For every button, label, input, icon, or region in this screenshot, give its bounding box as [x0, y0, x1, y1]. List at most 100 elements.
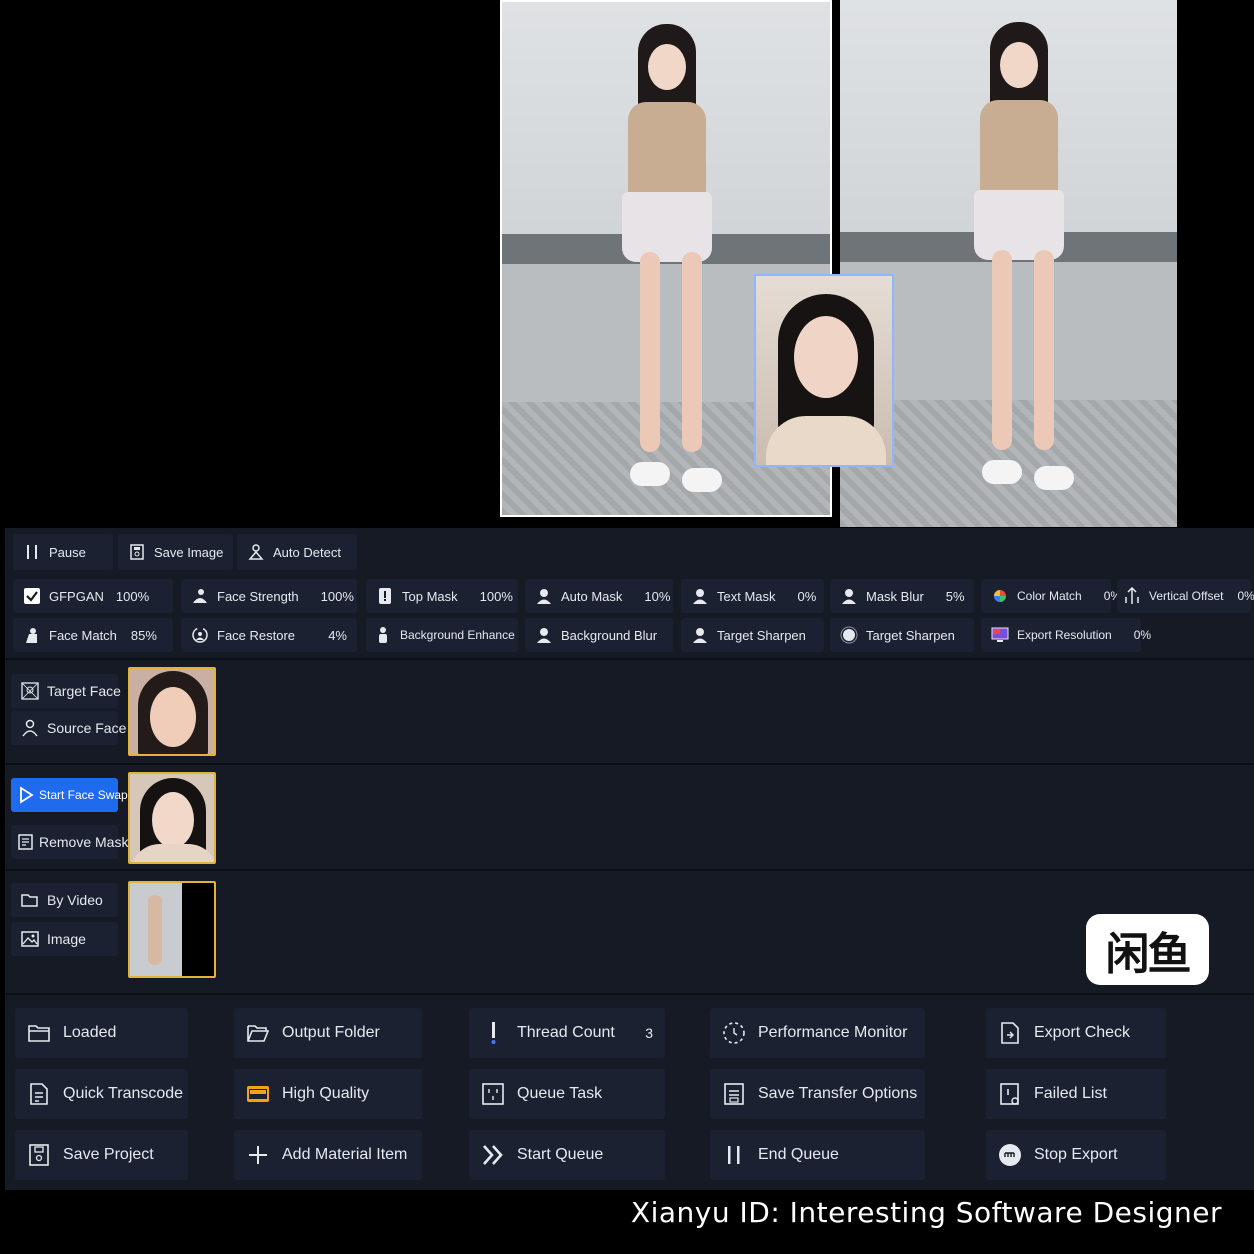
- start-queue-button[interactable]: Start Queue: [469, 1130, 665, 1180]
- gfpgan-toggle[interactable]: GFPGAN 100%: [13, 579, 173, 613]
- target-face-button[interactable]: Target Face: [11, 674, 121, 708]
- document-list-icon: [17, 833, 35, 851]
- export-check-label: Export Check: [1034, 1024, 1131, 1041]
- xianyu-logo: 闲鱼: [1086, 914, 1209, 985]
- stop-export-button[interactable]: Stop Export: [986, 1130, 1166, 1180]
- export-resolution-setting[interactable]: Export Resolution 0%: [981, 618, 1151, 652]
- face-match-setting[interactable]: Face Match 85%: [13, 618, 173, 652]
- folder-icon: [27, 1021, 51, 1045]
- export-check-button[interactable]: Export Check: [986, 1008, 1166, 1058]
- setting-label: Face Strength: [217, 588, 299, 604]
- setting-value: 100%: [115, 588, 150, 604]
- stop-export-label: Stop Export: [1034, 1146, 1118, 1163]
- start-face-swap-label: Start Face Swap: [39, 788, 128, 802]
- top-mask-setting[interactable]: Top Mask 100%: [366, 579, 518, 613]
- folder-open-icon: [246, 1021, 270, 1045]
- setting-value: 5%: [945, 588, 965, 604]
- loaded-button[interactable]: Loaded: [15, 1008, 188, 1058]
- user-icon: [535, 587, 553, 605]
- high-quality-button[interactable]: High Quality: [234, 1069, 422, 1119]
- pause-label: Pause: [49, 544, 86, 560]
- save-image-button[interactable]: Save Image: [118, 534, 233, 570]
- image-button[interactable]: Image: [11, 922, 118, 956]
- remove-mask-button[interactable]: Remove Mask: [11, 825, 128, 859]
- folder-open-icon: [21, 891, 39, 909]
- thread-count-setting[interactable]: Thread Count 3: [469, 1008, 665, 1058]
- by-video-button[interactable]: By Video: [11, 883, 118, 917]
- target-face-thumbnail[interactable]: [128, 667, 216, 756]
- person-figure: [582, 22, 752, 512]
- setting-label: Top Mask: [402, 588, 458, 604]
- vertical-offset-setting[interactable]: Vertical Offset 0%: [1117, 579, 1254, 613]
- background-blur-setting[interactable]: Background Blur: [525, 618, 673, 652]
- pause-icon: [722, 1143, 746, 1167]
- start-queue-label: Start Queue: [517, 1146, 604, 1163]
- pause-icon: [23, 543, 41, 561]
- mask-blur-setting[interactable]: Mask Blur 5%: [830, 579, 974, 613]
- target-face-label: Target Face: [47, 683, 121, 699]
- source-face-button[interactable]: Source Face: [11, 711, 126, 745]
- save-icon: [128, 543, 146, 561]
- target-media-thumbnail[interactable]: [128, 881, 216, 978]
- face-scan-icon: [21, 682, 39, 700]
- target-sharpen-setting[interactable]: Target Sharpen: [681, 618, 824, 652]
- start-face-swap-button[interactable]: Start Face Swap: [11, 778, 128, 812]
- face-strength-icon: [191, 587, 209, 605]
- thread-count-label: Thread Count: [517, 1024, 615, 1041]
- add-material-item-label: Add Material Item: [282, 1146, 408, 1163]
- setting-label: Face Match: [49, 627, 117, 643]
- queue-task-button[interactable]: Queue Task: [469, 1069, 665, 1119]
- output-folder-button[interactable]: Output Folder: [234, 1008, 422, 1058]
- auto-mask-setting[interactable]: Auto Mask 10%: [525, 579, 673, 613]
- failed-list-button[interactable]: Failed List: [986, 1069, 1166, 1119]
- performance-monitor-button[interactable]: Performance Monitor: [710, 1008, 925, 1058]
- setting-value: 10%: [644, 588, 671, 604]
- save-transfer-options-button[interactable]: Save Transfer Options: [710, 1069, 925, 1119]
- checkbox-checked-icon: [23, 587, 41, 605]
- setting-label: GFPGAN: [49, 588, 104, 604]
- failed-doc-icon: [998, 1082, 1022, 1106]
- vertical-arrows-icon: [1123, 587, 1141, 605]
- pause-button[interactable]: Pause: [13, 534, 113, 570]
- target-sharpen-setting-2[interactable]: Target Sharpen: [830, 618, 974, 652]
- auto-detect-label: Auto Detect: [273, 544, 341, 560]
- image-icon: [21, 930, 39, 948]
- setting-value: 85%: [130, 627, 157, 643]
- save-project-button[interactable]: Save Project: [15, 1130, 188, 1180]
- detect-person-icon: [247, 543, 265, 561]
- setting-value: 100%: [479, 588, 513, 604]
- plus-icon: [246, 1143, 270, 1167]
- face-restore-setting[interactable]: Face Restore 4%: [181, 618, 357, 652]
- fast-forward-icon: [481, 1143, 505, 1167]
- restore-icon: [191, 626, 209, 644]
- performance-monitor-label: Performance Monitor: [758, 1024, 908, 1041]
- color-match-setting[interactable]: Color Match 0%: [981, 579, 1121, 613]
- loaded-label: Loaded: [63, 1024, 117, 1041]
- setting-label: Auto Mask: [561, 588, 623, 604]
- dashed-circle-icon: [722, 1021, 746, 1045]
- output-folder-label: Output Folder: [282, 1024, 380, 1041]
- setting-label: Background Enhance: [400, 628, 515, 642]
- setting-label: Color Match: [1017, 589, 1082, 603]
- color-wheel-icon: [991, 587, 1009, 605]
- save-icon: [27, 1143, 51, 1167]
- end-queue-button[interactable]: End Queue: [710, 1130, 925, 1180]
- setting-label: Vertical Offset: [1149, 589, 1224, 603]
- auto-detect-button[interactable]: Auto Detect: [237, 534, 357, 570]
- save-image-label: Save Image: [154, 544, 224, 560]
- setting-value: 100%: [320, 588, 354, 604]
- footer-credit: Xianyu ID: Interesting Software Designer: [630, 1196, 1222, 1229]
- background-enhance-setting[interactable]: Background Enhance 0%: [366, 618, 546, 652]
- source-face-thumbnail[interactable]: [128, 772, 216, 864]
- text-mask-setting[interactable]: Text Mask 0%: [681, 579, 824, 613]
- add-material-item-button[interactable]: Add Material Item: [234, 1130, 422, 1180]
- user-icon: [691, 626, 709, 644]
- save-project-label: Save Project: [63, 1146, 154, 1163]
- hq-badge-icon: [246, 1082, 270, 1106]
- user-icon: [840, 587, 858, 605]
- setting-label: Target Sharpen: [717, 627, 806, 643]
- image-label: Image: [47, 931, 86, 947]
- face-strength-setting[interactable]: Face Strength 100%: [181, 579, 357, 613]
- quick-transcode-button[interactable]: Quick Transcode: [15, 1069, 188, 1119]
- high-quality-label: High Quality: [282, 1085, 370, 1102]
